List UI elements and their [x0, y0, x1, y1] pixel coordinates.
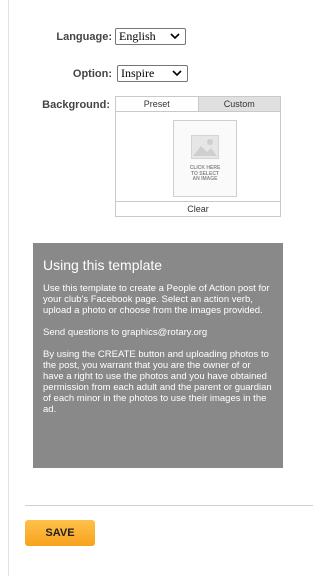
save-button[interactable]: SAVE — [25, 520, 95, 546]
background-tabs: Preset Custom — [116, 97, 280, 112]
info-title: Using this template — [43, 257, 163, 273]
language-value: English — [119, 29, 156, 43]
background-picker: Preset Custom CLICK HERE TO SELECT AN IM… — [115, 96, 281, 217]
divider — [25, 505, 313, 506]
tab-preset[interactable]: Preset — [116, 97, 199, 111]
language-select[interactable]: English — [115, 28, 186, 45]
tab-custom[interactable]: Custom — [198, 97, 280, 111]
background-label: Background: — [42, 99, 110, 111]
language-label: Language: — [56, 31, 112, 43]
image-select-dropzone[interactable]: CLICK HERE TO SELECT AN IMAGE — [173, 120, 237, 197]
info-paragraph-contact: Send questions to graphics@rotary.org — [43, 327, 208, 338]
option-label: Option: — [72, 68, 112, 80]
chevron-down-icon — [170, 33, 180, 40]
info-paragraph-warranty: By using the CREATE button and uploading… — [43, 349, 272, 415]
image-placeholder-icon — [191, 135, 219, 159]
chevron-down-icon — [172, 70, 182, 77]
option-select[interactable]: Inspire — [117, 65, 188, 82]
option-value: Inspire — [121, 66, 155, 80]
clear-button[interactable]: Clear — [116, 201, 280, 217]
template-info-box: Using this template Use this template to… — [33, 243, 283, 468]
info-paragraph-intro: Use this template to create a People of … — [43, 283, 270, 316]
image-select-text: CLICK HERE TO SELECT AN IMAGE — [189, 165, 221, 182]
